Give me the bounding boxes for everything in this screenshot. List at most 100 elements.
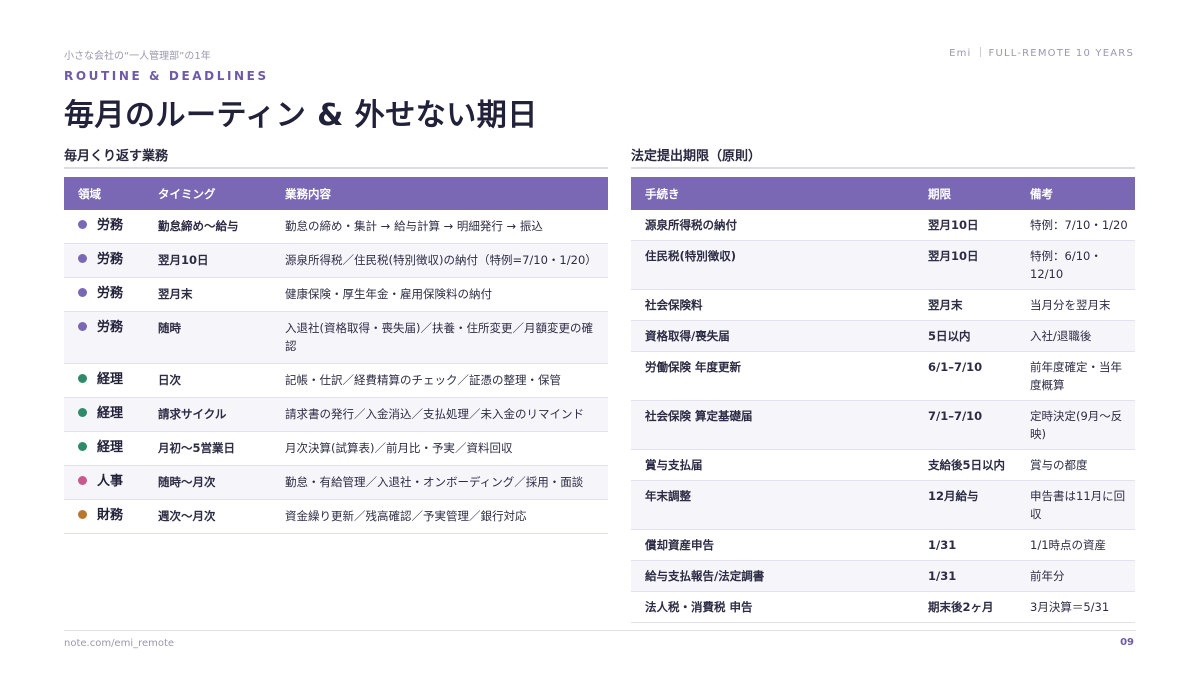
kicker: ROUTINE & DEADLINES <box>64 69 269 83</box>
author-tagline: Emi FULL-REMOTE 10 YEARS <box>949 47 1134 59</box>
content-cell: 勤怠・有給管理／入退社・オンボーディング／採用・面談 <box>271 465 608 500</box>
area-label: 労務 <box>97 252 124 267</box>
content-cell: 記帳・仕訳／経費精算のチェック／証憑の整理・保管 <box>271 363 608 398</box>
column-header-area: 領域 <box>64 177 144 210</box>
procedure-cell: 住民税(特別徴収) <box>631 240 914 290</box>
area-dot-icon <box>78 476 87 485</box>
area-dot-icon <box>78 374 87 383</box>
right-section-title: 法定提出期限（原則） <box>631 149 762 164</box>
procedure-cell: 源泉所得税の納付 <box>631 210 914 241</box>
area-cell: 労務 <box>64 210 144 244</box>
procedure-cell: 年末調整 <box>631 480 914 530</box>
table-row: 人事 随時〜月次 勤怠・有給管理／入退社・オンボーディング／採用・面談 <box>64 465 608 500</box>
content-cell: 月次決算(試算表)／前月比・予実／資料回収 <box>271 431 608 466</box>
deadline-cell: 5日以内 <box>914 320 1016 352</box>
area-label: 経理 <box>97 406 124 421</box>
area-label: 経理 <box>97 440 124 455</box>
timing-cell: 月初〜5営業日 <box>144 431 271 466</box>
procedure-cell: 給与支払報告/法定調書 <box>631 560 914 592</box>
content-cell: 資金繰り更新／残高確認／予実管理／銀行対応 <box>271 499 608 534</box>
monthly-tasks-table: 領域 タイミング 業務内容 労務 勤怠締め〜給与 勤怠の締め・集計 → 給与計算 →… <box>64 177 608 534</box>
deadline-cell: 翌月10日 <box>914 210 1016 241</box>
procedure-cell: 賞与支払届 <box>631 449 914 481</box>
author-name: Emi <box>949 48 972 59</box>
table-header-row: 手続き 期限 備考 <box>631 177 1135 210</box>
timing-cell: 翌月10日 <box>144 243 271 278</box>
deadline-cell: 12月給与 <box>914 480 1016 530</box>
footer-rule <box>64 630 1136 631</box>
divider <box>979 47 981 57</box>
area-label: 人事 <box>97 474 124 489</box>
procedure-cell: 法人税・消費税 申告 <box>631 591 914 623</box>
area-cell: 経理 <box>64 431 144 466</box>
page-number: 09 <box>1120 637 1134 648</box>
area-label: 労務 <box>97 218 124 233</box>
area-dot-icon <box>78 442 87 451</box>
procedure-cell: 償却資産申告 <box>631 529 914 561</box>
area-cell: 労務 <box>64 277 144 312</box>
timing-cell: 随時〜月次 <box>144 465 271 500</box>
table-row: 住民税(特別徴収) 翌月10日 特例：6/10・12/10 <box>631 240 1135 290</box>
area-cell: 労務 <box>64 243 144 278</box>
table-row: 社会保険料 翌月末 当月分を翌月末 <box>631 289 1135 321</box>
column-header-content: 業務内容 <box>271 177 608 210</box>
area-label: 経理 <box>97 372 124 387</box>
table-row: 労務 随時 入退社(資格取得・喪失届)／扶養・住所変更／月額変更の確認 <box>64 311 608 364</box>
area-cell: 経理 <box>64 397 144 432</box>
deadline-cell: 1/31 <box>914 529 1016 561</box>
note-cell: 定時決定(9月〜反映) <box>1016 400 1135 450</box>
table-row: 償却資産申告 1/31 1/1時点の資産 <box>631 529 1135 561</box>
column-header-deadline: 期限 <box>914 177 1016 210</box>
content-cell: 健康保険・厚生年金・雇用保険料の納付 <box>271 277 608 312</box>
table-row: 社会保険 算定基礎届 7/1–7/10 定時決定(9月〜反映) <box>631 400 1135 450</box>
table-row: 労務 翌月10日 源泉所得税／住民税(特別徴収)の納付（特例=7/10・1/20） <box>64 243 608 278</box>
deadline-cell: 1/31 <box>914 560 1016 592</box>
area-dot-icon <box>78 254 87 263</box>
timing-cell: 請求サイクル <box>144 397 271 432</box>
table-row: 経理 請求サイクル 請求書の発行／入金消込／支払処理／未入金のリマインド <box>64 397 608 432</box>
table-row: 労務 翌月末 健康保険・厚生年金・雇用保険料の納付 <box>64 277 608 312</box>
content-cell: 源泉所得税／住民税(特別徴収)の納付（特例=7/10・1/20） <box>271 243 608 278</box>
table-row: 財務 週次〜月次 資金繰り更新／残高確認／予実管理／銀行対応 <box>64 499 608 534</box>
legal-deadlines-table: 手続き 期限 備考 源泉所得税の納付 翌月10日 特例：7/10・1/20 住民税(特… <box>631 177 1135 623</box>
deadline-cell: 支給後5日以内 <box>914 449 1016 481</box>
left-section-rule <box>64 167 608 169</box>
area-cell: 労務 <box>64 311 144 364</box>
timing-cell: 翌月末 <box>144 277 271 312</box>
column-header-procedure: 手続き <box>631 177 914 210</box>
area-dot-icon <box>78 510 87 519</box>
procedure-cell: 労働保険 年度更新 <box>631 351 914 401</box>
deadline-cell: 7/1–7/10 <box>914 400 1016 450</box>
table-header-row: 領域 タイミング 業務内容 <box>64 177 608 210</box>
timing-cell: 勤怠締め〜給与 <box>144 210 271 244</box>
table-row: 経理 月初〜5営業日 月次決算(試算表)／前月比・予実／資料回収 <box>64 431 608 466</box>
area-label: 労務 <box>97 320 124 335</box>
table-row: 賞与支払届 支給後5日以内 賞与の都度 <box>631 449 1135 481</box>
content-cell: 請求書の発行／入金消込／支払処理／未入金のリマインド <box>271 397 608 432</box>
column-header-note: 備考 <box>1016 177 1135 210</box>
note-cell: 特例：7/10・1/20 <box>1016 210 1135 241</box>
deadline-cell: 6/1–7/10 <box>914 351 1016 401</box>
area-dot-icon <box>78 220 87 229</box>
timing-cell: 週次〜月次 <box>144 499 271 534</box>
table-row: 給与支払報告/法定調書 1/31 前年分 <box>631 560 1135 592</box>
deadline-cell: 翌月10日 <box>914 240 1016 290</box>
area-dot-icon <box>78 408 87 417</box>
table-row: 労働保険 年度更新 6/1–7/10 前年度確定・当年度概算 <box>631 351 1135 401</box>
note-cell: 前年度確定・当年度概算 <box>1016 351 1135 401</box>
note-cell: 前年分 <box>1016 560 1135 592</box>
timing-cell: 日次 <box>144 363 271 398</box>
note-cell: 当月分を翌月末 <box>1016 289 1135 321</box>
note-cell: 賞与の都度 <box>1016 449 1135 481</box>
area-dot-icon <box>78 322 87 331</box>
note-cell: 特例：6/10・12/10 <box>1016 240 1135 290</box>
footer-source: note.com/emi_remote <box>64 638 175 649</box>
note-cell: 入社/退職後 <box>1016 320 1135 352</box>
procedure-cell: 資格取得/喪失届 <box>631 320 914 352</box>
right-section-rule <box>631 167 1135 169</box>
left-section-title: 毎月くり返す業務 <box>64 149 169 164</box>
procedure-cell: 社会保険 算定基礎届 <box>631 400 914 450</box>
area-dot-icon <box>78 288 87 297</box>
note-cell: 申告書は11月に回収 <box>1016 480 1135 530</box>
area-label: 財務 <box>97 508 124 523</box>
